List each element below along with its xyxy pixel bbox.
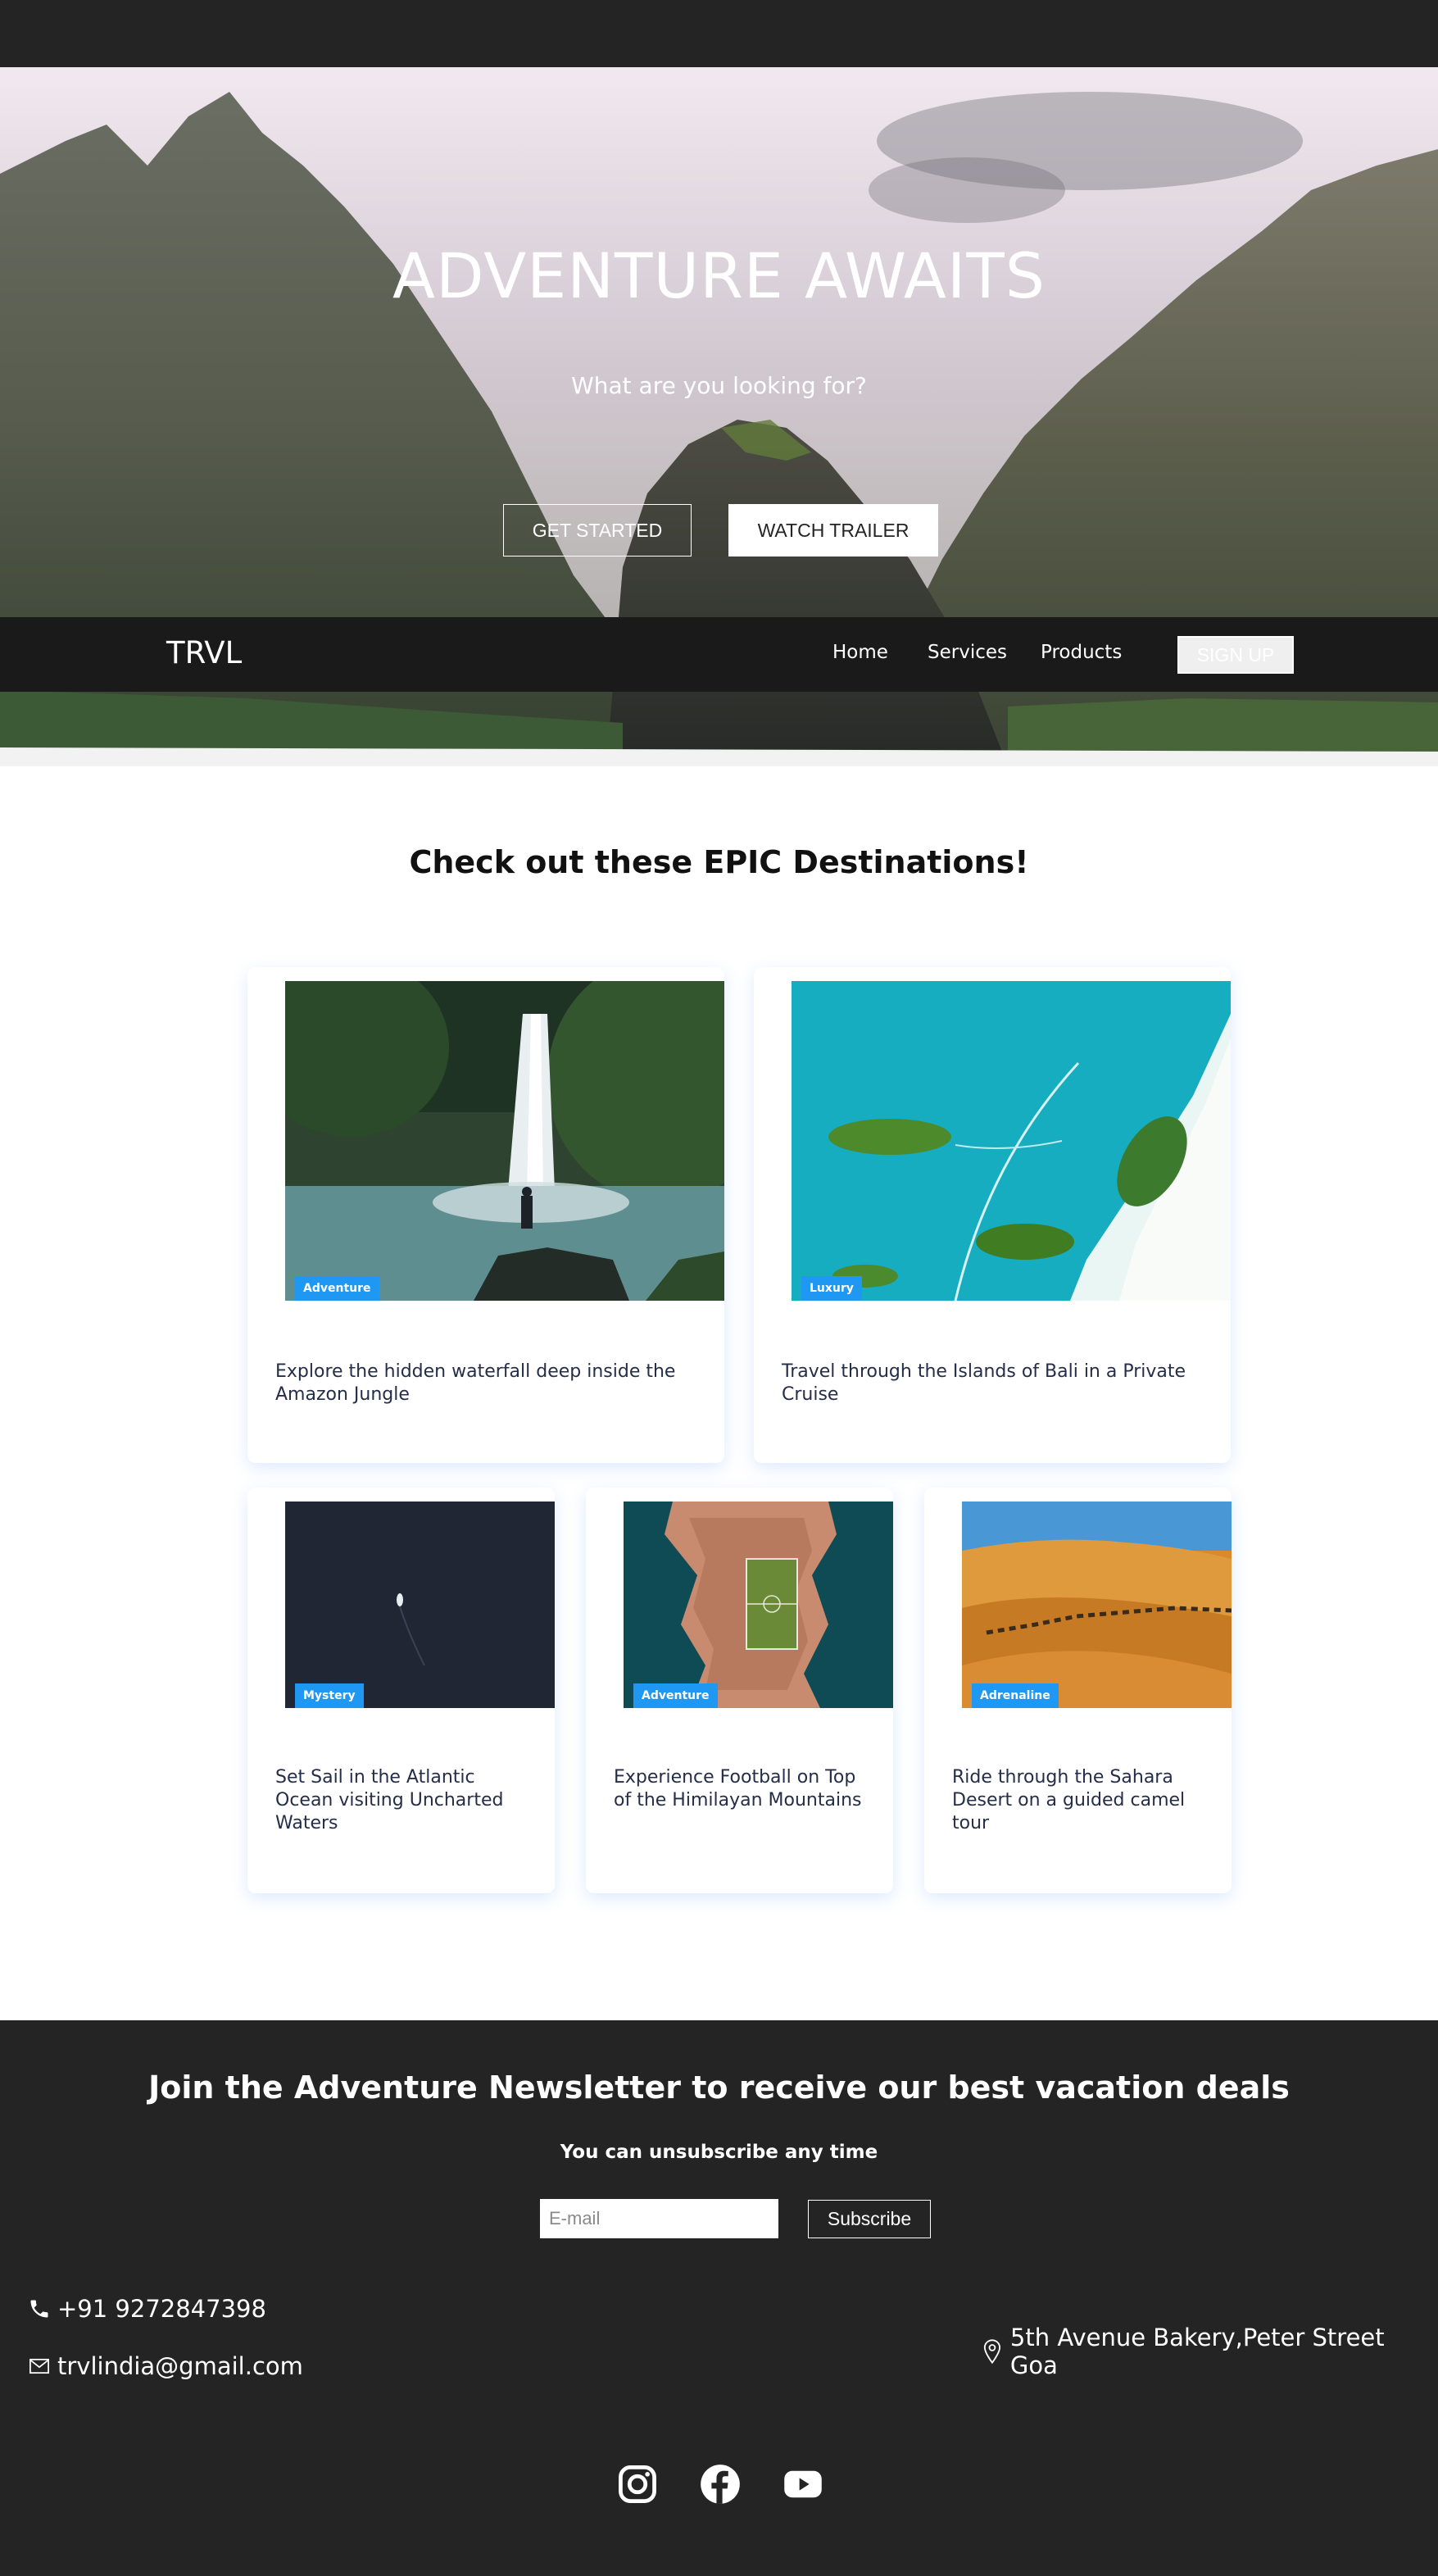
card-tag: Luxury [801, 1276, 862, 1301]
footer: Join the Adventure Newsletter to receive… [0, 2020, 1438, 2576]
newsletter-subtitle: You can unsubscribe any time [560, 2142, 878, 2163]
phone-contact[interactable]: +91 9272847398 [28, 2295, 266, 2323]
newsletter-title: Join the Adventure Newsletter to receive… [148, 2069, 1290, 2106]
facebook-icon[interactable] [699, 2463, 742, 2506]
top-dark-bar [0, 0, 1438, 67]
watch-trailer-button[interactable]: WATCH TRAILER [728, 504, 938, 557]
subscribe-button[interactable]: Subscribe [808, 2200, 931, 2238]
instagram-icon[interactable] [616, 2463, 659, 2506]
football-field-image: Adventure [624, 1502, 893, 1708]
destinations-title: Check out these EPIC Destinations! [409, 844, 1029, 880]
hero-title: ADVENTURE AWAITS [392, 239, 1046, 312]
ocean-boat-image: Mystery [285, 1502, 555, 1708]
destination-card[interactable]: Adrenaline Ride through the Sahara Deser… [924, 1488, 1232, 1893]
youtube-icon[interactable] [782, 2463, 824, 2506]
phone-number: +91 9272847398 [57, 2295, 266, 2323]
desert-camels-image: Adrenaline [962, 1502, 1232, 1708]
card-tag: Adventure [295, 1276, 379, 1301]
address-contact[interactable]: 5th Avenue Bakery,Peter Street Goa [981, 2324, 1438, 2379]
card-description: Set Sail in the Atlantic Ocean visiting … [275, 1767, 504, 1833]
get-started-button[interactable]: GET STARTED [503, 504, 692, 557]
email-contact[interactable]: trvlindia@gmail.com [28, 2352, 303, 2380]
card-tag: Adventure [633, 1683, 718, 1708]
hero-subtitle: What are you looking for? [571, 372, 867, 399]
email-input[interactable] [540, 2199, 778, 2238]
destination-card[interactable]: Adventure Experience Football on Top of … [586, 1488, 893, 1893]
mail-icon [29, 2358, 49, 2374]
destination-card[interactable]: Adventure Explore the hidden waterfall d… [247, 967, 724, 1463]
address-text: 5th Avenue Bakery,Peter Street Goa [1009, 2324, 1385, 2379]
signup-button[interactable]: SIGN UP [1177, 636, 1294, 674]
card-tag: Mystery [295, 1683, 364, 1708]
card-description: Ride through the Sahara Desert on a guid… [952, 1767, 1186, 1833]
location-pin-icon [983, 2339, 1001, 2365]
card-tag: Adrenaline [972, 1683, 1059, 1708]
brand-logo[interactable]: TRVL [166, 635, 242, 670]
waterfall-image: Adventure [285, 981, 724, 1301]
destination-card[interactable]: Mystery Set Sail in the Atlantic Ocean v… [247, 1488, 555, 1893]
nav-home[interactable]: Home [832, 642, 888, 663]
destination-card[interactable]: Luxury Travel through the Islands of Bal… [754, 967, 1231, 1463]
nav-products[interactable]: Products [1041, 642, 1122, 663]
card-description: Travel through the Islands of Bali in a … [782, 1361, 1186, 1405]
email-address: trvlindia@gmail.com [57, 2352, 303, 2380]
navbar: TRVL Home Services Products SIGN UP [0, 617, 1438, 692]
card-description: Experience Football on Top of the Himila… [614, 1767, 862, 1810]
bali-islands-image: Luxury [792, 981, 1231, 1301]
phone-icon [30, 2300, 48, 2318]
card-description: Explore the hidden waterfall deep inside… [275, 1361, 676, 1405]
nav-services[interactable]: Services [928, 642, 1007, 663]
